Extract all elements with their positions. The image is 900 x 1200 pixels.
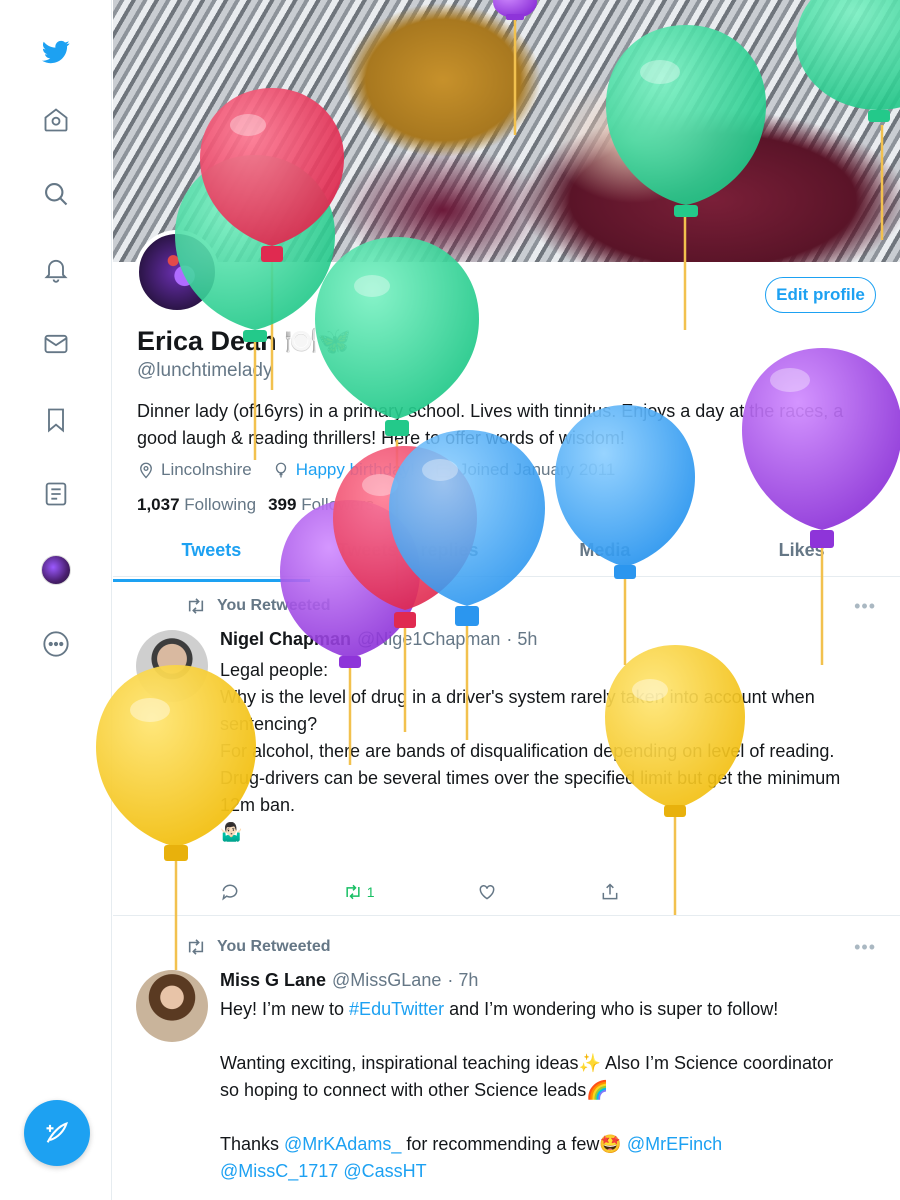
tweet-author-handle[interactable]: @Nige1Chapman	[357, 629, 500, 650]
retweet-button[interactable]: 1	[343, 882, 375, 902]
compose-tweet-button[interactable]	[24, 1100, 90, 1166]
birthday: Happy birthday!	[272, 460, 415, 480]
tab-tweets[interactable]: Tweets	[113, 530, 310, 582]
tweet-item[interactable]: You Retweeted ••• Miss G Lane @MissGLane…	[113, 917, 900, 1200]
retweet-action-icon	[346, 884, 360, 900]
follow-counts: 1,037 Following 399 Followers	[137, 495, 374, 515]
compose-feather-icon	[46, 1122, 68, 1143]
birthday-text[interactable]: Happy birthday!	[296, 460, 415, 480]
tweet-timestamp[interactable]: · 7h	[447, 970, 478, 991]
joined: Joined January 2011	[435, 460, 616, 480]
reply-button[interactable]	[220, 882, 240, 902]
hashtag-link[interactable]: #EduTwitter	[349, 999, 444, 1019]
tweet-text-part: for recommending a few🤩	[401, 1134, 627, 1154]
notifications-bell-icon[interactable]	[36, 249, 76, 289]
edit-profile-button[interactable]: Edit profile	[765, 277, 876, 313]
retweet-indicator: You Retweeted	[185, 597, 331, 615]
more-options-icon[interactable]	[36, 624, 76, 664]
twitter-logo-icon[interactable]	[36, 32, 76, 72]
home-icon[interactable]	[36, 100, 76, 140]
share-icon	[602, 883, 618, 900]
tweet-author-name[interactable]: Miss G Lane	[220, 970, 326, 991]
tweet-author-avatar[interactable]	[136, 630, 208, 702]
tab-media[interactable]: Media	[507, 530, 704, 576]
profile-tabs: Tweets Tweets & replies Media Likes	[113, 530, 900, 582]
profile-bio: Dinner lady (of16yrs) in a primary schoo…	[137, 401, 844, 448]
bookmark-icon[interactable]	[36, 400, 76, 440]
nav-rail	[0, 0, 112, 1200]
profile-banner-image	[113, 0, 900, 262]
retweet-icon	[188, 939, 204, 955]
tweet-text-part: Hey! I’m new to	[220, 999, 350, 1019]
reply-icon	[222, 884, 238, 901]
profile-main: Edit profile Erica Dean 🍽️🦋 @lunchtimela…	[113, 0, 900, 1200]
tweet-item[interactable]: You Retweeted ••• Nigel Chapman @Nige1Ch…	[113, 578, 900, 916]
mention-link[interactable]: @MrEFinch	[627, 1134, 722, 1154]
mention-link[interactable]: @MissC_1717	[220, 1161, 338, 1181]
share-button[interactable]	[600, 882, 620, 902]
tab-likes[interactable]: Likes	[703, 530, 900, 576]
profile-handle: @lunchtimelady	[137, 360, 273, 381]
tweet-more-icon[interactable]: •••	[854, 596, 876, 617]
retweet-label: You Retweeted	[217, 597, 331, 614]
followers-link[interactable]: 399 Followers	[268, 495, 374, 515]
location-pin-icon	[140, 462, 152, 479]
retweet-label: You Retweeted	[217, 938, 331, 955]
lists-icon[interactable]	[36, 474, 76, 514]
balloon-icon	[275, 462, 286, 478]
tweet-header: Nigel Chapman @Nige1Chapman · 5h	[220, 629, 537, 650]
tweet-author-handle[interactable]: @MissGLane	[332, 970, 441, 991]
following-count: 1,037	[137, 495, 180, 514]
tweet-text: Legal people: Why is the level of drug i…	[220, 660, 841, 842]
profile-avatar[interactable]	[135, 230, 219, 314]
location-text: Lincolnshire	[161, 460, 252, 479]
joined-text: Joined January 2011	[458, 460, 616, 479]
tweet-author-avatar[interactable]	[136, 970, 208, 1042]
following-link[interactable]: 1,037 Following	[137, 495, 256, 515]
tweet-actions: 1	[220, 882, 620, 902]
tweet-text-part: and I’m wondering who is super to follow…	[220, 999, 834, 1154]
retweet-indicator: You Retweeted	[185, 938, 331, 956]
tweet-text: Hey! I’m new to #EduTwitter and I’m wond…	[220, 996, 850, 1185]
following-label: Following	[184, 495, 257, 514]
followers-count: 399	[268, 495, 297, 514]
heart-icon	[479, 884, 495, 900]
profile-meta: Lincolnshire Happy birthday! Joined Janu…	[137, 460, 615, 480]
location: Lincolnshire	[137, 460, 252, 480]
like-button[interactable]	[477, 882, 497, 902]
tweet-timestamp[interactable]: · 5h	[506, 629, 537, 650]
mention-link[interactable]: @MrKAdams_	[284, 1134, 401, 1154]
tweet-author-name[interactable]: Nigel Chapman	[220, 629, 351, 650]
messages-envelope-icon[interactable]	[36, 324, 76, 364]
profile-name: Erica Dean 🍽️🦋	[137, 326, 352, 356]
profile-avatar-icon[interactable]	[36, 550, 76, 590]
tweet-more-icon[interactable]: •••	[854, 937, 876, 958]
calendar-icon	[436, 463, 452, 478]
retweet-icon	[188, 598, 204, 614]
retweet-count: 1	[366, 884, 375, 900]
tweet-header: Miss G Lane @MissGLane · 7h	[220, 970, 478, 991]
mention-link[interactable]: @CassHT	[343, 1161, 426, 1181]
search-icon[interactable]	[36, 174, 76, 214]
followers-label: Followers	[301, 495, 374, 514]
tab-tweets-replies[interactable]: Tweets & replies	[310, 530, 507, 576]
